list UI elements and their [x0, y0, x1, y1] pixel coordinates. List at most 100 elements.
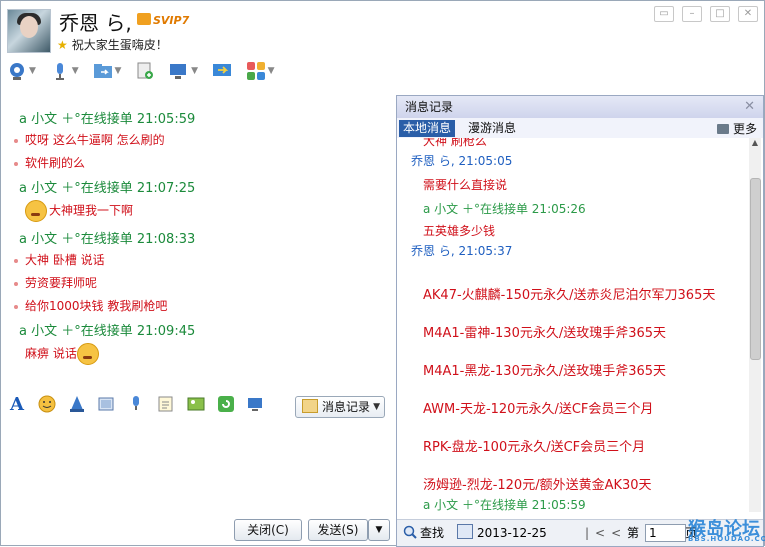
bullet-dot: [14, 281, 18, 286]
image-button[interactable]: [186, 395, 206, 415]
search-icon: [403, 525, 417, 539]
prev-page-icon[interactable]: <: [611, 526, 627, 540]
crown-icon: [137, 13, 151, 25]
svip-badge[interactable]: SVIP7: [137, 13, 189, 27]
date-value: 2013-12-25: [477, 526, 547, 540]
history-entry: a 小文 ＋°在线接单 21:05:26: [423, 202, 586, 216]
page-input[interactable]: 1: [645, 524, 686, 542]
history-messages: 大神 刷枪么 乔恩 ら, 21:05:05 需要什么直接说 a 小文 ＋°在线接…: [397, 138, 747, 512]
microphone-icon: [55, 63, 64, 80]
message-line: 给你1000块钱 教我刷枪吧: [14, 297, 391, 314]
avatar[interactable]: [7, 9, 51, 53]
video-call-button[interactable]: ▼: [7, 61, 36, 85]
search-label: 查找: [420, 526, 445, 540]
signature-text: 祝大家生蛋嗨皮！: [71, 38, 168, 52]
close-icon[interactable]: ✕: [744, 96, 755, 118]
watermark-sub: BBS.HOUDAO.COM: [688, 535, 765, 543]
signature: ★ 祝大家生蛋嗨皮！: [57, 36, 168, 53]
history-title: 消息记录: [405, 100, 454, 114]
date-picker[interactable]: 2013-12-25: [457, 520, 547, 546]
star-icon: ★: [57, 38, 68, 52]
history-entry: 需要什么直接说: [423, 178, 508, 192]
window-controls: ▭ – □ ✕: [646, 5, 758, 22]
history-icon: [302, 399, 318, 413]
apps-button[interactable]: ▼: [246, 61, 275, 85]
send-button[interactable]: 发送(S): [308, 519, 368, 541]
chevron-down-icon[interactable]: ▼: [373, 397, 380, 417]
chat-header: 乔恩 ら, SVIP7 ★ 祝大家生蛋嗨皮！ ▭ – □ ✕: [1, 1, 764, 61]
minimize-icon[interactable]: –: [682, 6, 702, 22]
voice-call-button[interactable]: ▼: [50, 61, 79, 85]
close-icon[interactable]: ✕: [738, 6, 758, 22]
search-button[interactable]: 查找: [403, 520, 444, 546]
history-entry: 乔恩 ら, 21:05:37: [411, 244, 513, 258]
more-label: 更多: [732, 122, 757, 136]
history-entry: M4A1-雷神-130元永久/送玫瑰手斧365天: [423, 326, 667, 341]
svip-label: SVIP7: [153, 14, 190, 27]
share-screen-button[interactable]: [212, 61, 232, 85]
history-title-bar: 消息记录 ✕: [397, 96, 763, 118]
more-button[interactable]: 更多: [716, 120, 757, 137]
remote-desktop-button[interactable]: ▼: [169, 61, 198, 85]
speaker-icon: [716, 124, 729, 134]
shake-button[interactable]: [96, 395, 116, 415]
file-transfer-button[interactable]: ▼: [93, 61, 122, 85]
film-icon: [98, 397, 114, 411]
chevron-down-icon[interactable]: ▼: [191, 66, 198, 76]
message-line: 大神理我一下啊: [25, 200, 391, 222]
message-header: a 小文 ＋°在线接单 21:07:25: [19, 181, 196, 196]
magic-emoji-button[interactable]: [67, 395, 87, 415]
page-label: 第: [627, 526, 640, 540]
message-line: 大神 卧槽 说话: [14, 251, 391, 268]
message-header: a 小文 ＋°在线接单 21:09:45: [19, 324, 196, 339]
history-entry: 五英雄多少钱: [423, 224, 496, 238]
skin-icon[interactable]: ▭: [654, 6, 674, 22]
message-add-icon: [137, 62, 154, 79]
video-call-icon: [10, 63, 24, 80]
scroll-up-icon[interactable]: ▲: [749, 138, 761, 150]
chevron-down-icon[interactable]: ▼: [115, 66, 122, 76]
format-toolbar: A: [7, 395, 272, 421]
message-text: 劳资要拜师呢: [25, 276, 98, 290]
gift-button[interactable]: [216, 395, 236, 415]
tab-local-messages[interactable]: 本地消息: [399, 120, 456, 137]
contact-nickname[interactable]: 乔恩 ら,: [59, 7, 132, 36]
monitor-icon: [170, 64, 187, 79]
maximize-icon[interactable]: □: [710, 6, 730, 22]
message-line: 麻痹 说话: [25, 343, 391, 365]
tab-roaming-messages[interactable]: 漫游消息: [464, 120, 520, 137]
wizard-hat-icon: [69, 396, 84, 412]
folder-icon: [93, 64, 112, 78]
avatar-face: [20, 16, 38, 38]
sms-button[interactable]: [135, 61, 155, 85]
history-tabs: 本地消息 漫游消息 更多: [397, 118, 763, 138]
chevron-down-icon[interactable]: ▼: [29, 66, 36, 76]
message-text: 给你1000块钱 教我刷枪吧: [25, 299, 168, 313]
chevron-down-icon[interactable]: ▼: [72, 66, 79, 76]
top-toolbar: ▼ ▼ ▼ ▼ ▼: [7, 61, 285, 87]
chevron-down-icon[interactable]: ▼: [268, 66, 275, 76]
message-history-button[interactable]: 消息记录 ▼: [295, 396, 385, 418]
history-panel: 消息记录 ✕ 本地消息 漫游消息 更多 大神 刷枪么 乔恩 ら, 21:05:0…: [396, 95, 764, 547]
first-page-icon[interactable]: |<: [585, 526, 611, 540]
chat-window: 乔恩 ら, SVIP7 ★ 祝大家生蛋嗨皮！ ▭ – □ ✕ ▼ ▼ ▼ ▼ ▼ a 小…: [0, 0, 765, 547]
message-history-label: 消息记录: [322, 400, 371, 414]
close-button[interactable]: 关闭(C): [234, 519, 302, 541]
font-icon[interactable]: A: [7, 395, 27, 415]
note-button[interactable]: [156, 395, 176, 415]
apps-icon: [246, 62, 265, 80]
send-options-button[interactable]: ▼: [368, 519, 390, 541]
message-text: 麻痹 说话: [25, 346, 77, 361]
screen-share-icon: [212, 64, 231, 76]
voice-message-button[interactable]: [126, 395, 146, 415]
bullet-dot: [14, 161, 18, 166]
emoji-cry-icon: [25, 200, 47, 222]
bullet-dot: [14, 138, 18, 143]
history-scrollbar[interactable]: ▲: [749, 138, 761, 512]
emoji-button[interactable]: [37, 395, 57, 415]
scroll-thumb[interactable]: [750, 178, 761, 360]
emoji-crying-icon: [76, 343, 99, 365]
chat-messages: a 小文 ＋°在线接单 21:05:59 哎呀 这么牛逼啊 怎么刷的 软件刷的么…: [11, 105, 391, 371]
bullet-dot: [14, 258, 18, 263]
screenshot-button[interactable]: [246, 395, 266, 415]
